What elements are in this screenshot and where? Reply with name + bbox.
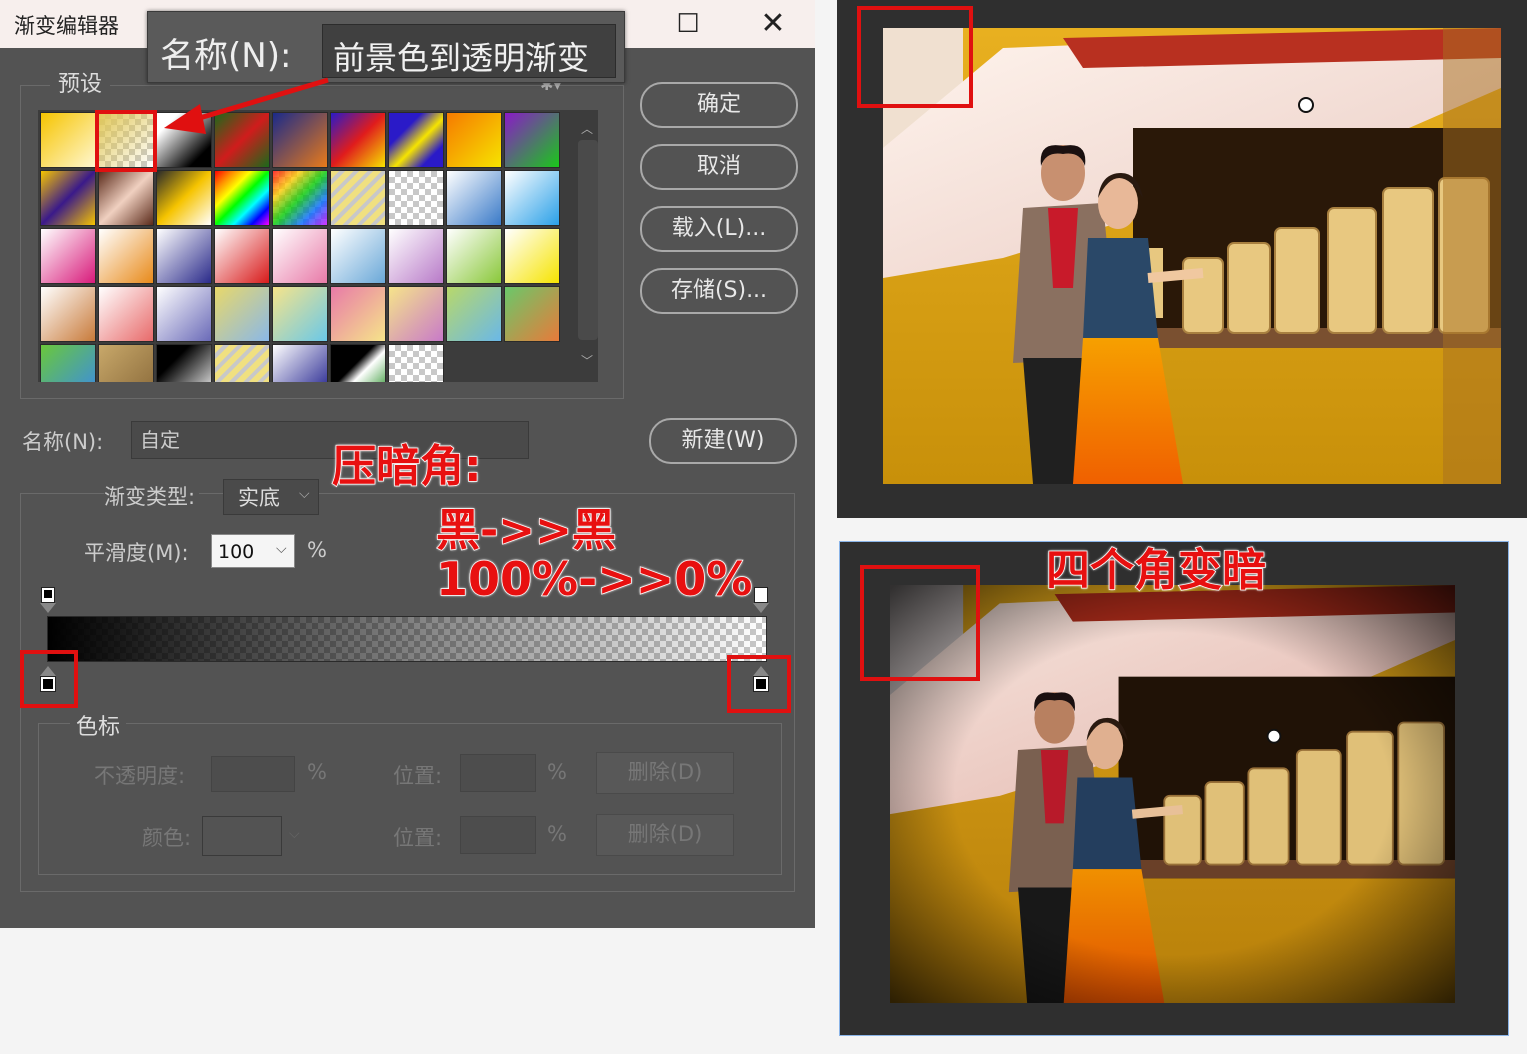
- opacity-stop-pointer: [753, 603, 769, 613]
- preset-swatch[interactable]: [98, 170, 154, 226]
- save-button[interactable]: 存储(S)...: [640, 268, 798, 314]
- chevron-down-icon[interactable]: ⌵: [276, 541, 287, 557]
- highlight-box-corner-after: [860, 565, 980, 681]
- callout-name-field: 前景色到透明渐变: [322, 24, 616, 78]
- preset-swatch[interactable]: [40, 170, 96, 226]
- preset-swatch[interactable]: [330, 286, 386, 342]
- preset-swatch[interactable]: [40, 286, 96, 342]
- preset-swatch[interactable]: [388, 286, 444, 342]
- scroll-up-icon[interactable]: ︿: [581, 120, 593, 137]
- preset-swatch[interactable]: [330, 170, 386, 226]
- cancel-button[interactable]: 取消: [640, 144, 798, 190]
- load-button[interactable]: 载入(L)...: [640, 206, 798, 252]
- opacity-input[interactable]: [211, 756, 295, 792]
- preset-swatch[interactable]: [330, 344, 386, 382]
- preset-swatch[interactable]: [40, 344, 96, 382]
- opacity-stop-left[interactable]: [41, 587, 55, 603]
- opacity-stop-right[interactable]: [754, 587, 768, 603]
- photo-before[interactable]: [883, 28, 1501, 484]
- ok-button[interactable]: 确定: [640, 82, 798, 128]
- preset-swatch[interactable]: [214, 228, 270, 284]
- chevron-down-icon[interactable]: ⌵: [299, 486, 310, 502]
- opacity-location-input[interactable]: [460, 754, 536, 792]
- preset-swatch[interactable]: [504, 228, 560, 284]
- preset-swatch[interactable]: [214, 344, 270, 382]
- preset-swatch[interactable]: [272, 286, 328, 342]
- annotation-vignette: 压暗角:: [331, 440, 482, 493]
- preset-swatch[interactable]: [156, 228, 212, 284]
- preset-swatch[interactable]: [214, 170, 270, 226]
- smoothness-percent: %: [307, 538, 327, 562]
- preset-scrollbar[interactable]: [578, 140, 598, 340]
- color-label: 颜色:: [142, 826, 192, 850]
- maximize-icon[interactable]: ☐: [668, 6, 708, 42]
- new-button[interactable]: 新建(W): [649, 418, 797, 464]
- preset-swatch[interactable]: [504, 286, 560, 342]
- color-location-input[interactable]: [460, 816, 536, 854]
- highlight-box-corner-before: [857, 6, 973, 108]
- smoothness-label: 平滑度(M):: [84, 541, 189, 565]
- close-icon[interactable]: ✕: [753, 6, 793, 42]
- dialog-title: 渐变编辑器: [14, 14, 119, 38]
- preset-swatch[interactable]: [40, 228, 96, 284]
- chevron-down-icon[interactable]: ⌵: [289, 826, 300, 842]
- annotation-arrow-icon: [164, 77, 329, 134]
- preset-swatch[interactable]: [446, 228, 502, 284]
- annotation-black-to-black: 黑->>黑: [435, 504, 617, 557]
- highlight-box-left-stop: [20, 650, 78, 708]
- opacity-label: 不透明度:: [94, 764, 186, 788]
- preset-swatch[interactable]: [98, 228, 154, 284]
- opacity-stop-pointer: [40, 603, 56, 613]
- highlight-box-preset: [95, 110, 157, 172]
- zoom-cursor-icon: [1298, 97, 1314, 113]
- preset-swatch[interactable]: [272, 228, 328, 284]
- gradient-preview-bar[interactable]: [47, 616, 767, 662]
- preset-swatch[interactable]: [330, 228, 386, 284]
- scroll-down-icon[interactable]: ﹀: [581, 352, 593, 369]
- presets-label: 预设: [50, 66, 111, 98]
- preset-swatch[interactable]: [504, 170, 560, 226]
- delete-color-stop-button[interactable]: 删除(D): [596, 814, 734, 856]
- preset-swatch[interactable]: [446, 286, 502, 342]
- preset-swatch[interactable]: [98, 286, 154, 342]
- preset-swatch[interactable]: [388, 344, 444, 382]
- preset-swatch[interactable]: [156, 170, 212, 226]
- preset-swatch[interactable]: [446, 112, 502, 168]
- zoom-cursor-icon: [1266, 728, 1282, 744]
- callout-name-value: 前景色到透明渐变: [333, 39, 590, 77]
- opacity-location-label: 位置:: [393, 764, 443, 788]
- preset-swatch[interactable]: [156, 286, 212, 342]
- opacity-percent: %: [307, 760, 327, 784]
- color-location-label: 位置:: [393, 826, 443, 850]
- preset-swatch[interactable]: [156, 344, 212, 382]
- delete-opacity-stop-button[interactable]: 删除(D): [596, 752, 734, 794]
- preset-swatch[interactable]: [214, 286, 270, 342]
- annotation-four-corners: 四个角变暗: [1045, 544, 1267, 597]
- name-label: 名称(N):: [22, 430, 104, 454]
- preset-swatch[interactable]: [272, 344, 328, 382]
- stops-legend: 色标: [70, 709, 127, 741]
- photo-before-image: [883, 28, 1501, 484]
- color-location-percent: %: [547, 822, 567, 846]
- color-swatch-field[interactable]: [202, 816, 282, 856]
- preset-swatch[interactable]: [388, 112, 444, 168]
- preset-swatch[interactable]: [446, 170, 502, 226]
- preset-swatch[interactable]: [504, 112, 560, 168]
- annotation-opacity-range: 100%->>0%: [435, 551, 753, 607]
- gradient-type-label: 渐变类型:: [104, 481, 200, 511]
- preset-swatch[interactable]: [388, 228, 444, 284]
- highlight-box-right-stop: [727, 655, 791, 713]
- preset-swatch[interactable]: [272, 170, 328, 226]
- preset-swatch[interactable]: [98, 344, 154, 382]
- preset-swatch[interactable]: [388, 170, 444, 226]
- opacity-location-percent: %: [547, 760, 567, 784]
- preset-swatch[interactable]: [40, 112, 96, 168]
